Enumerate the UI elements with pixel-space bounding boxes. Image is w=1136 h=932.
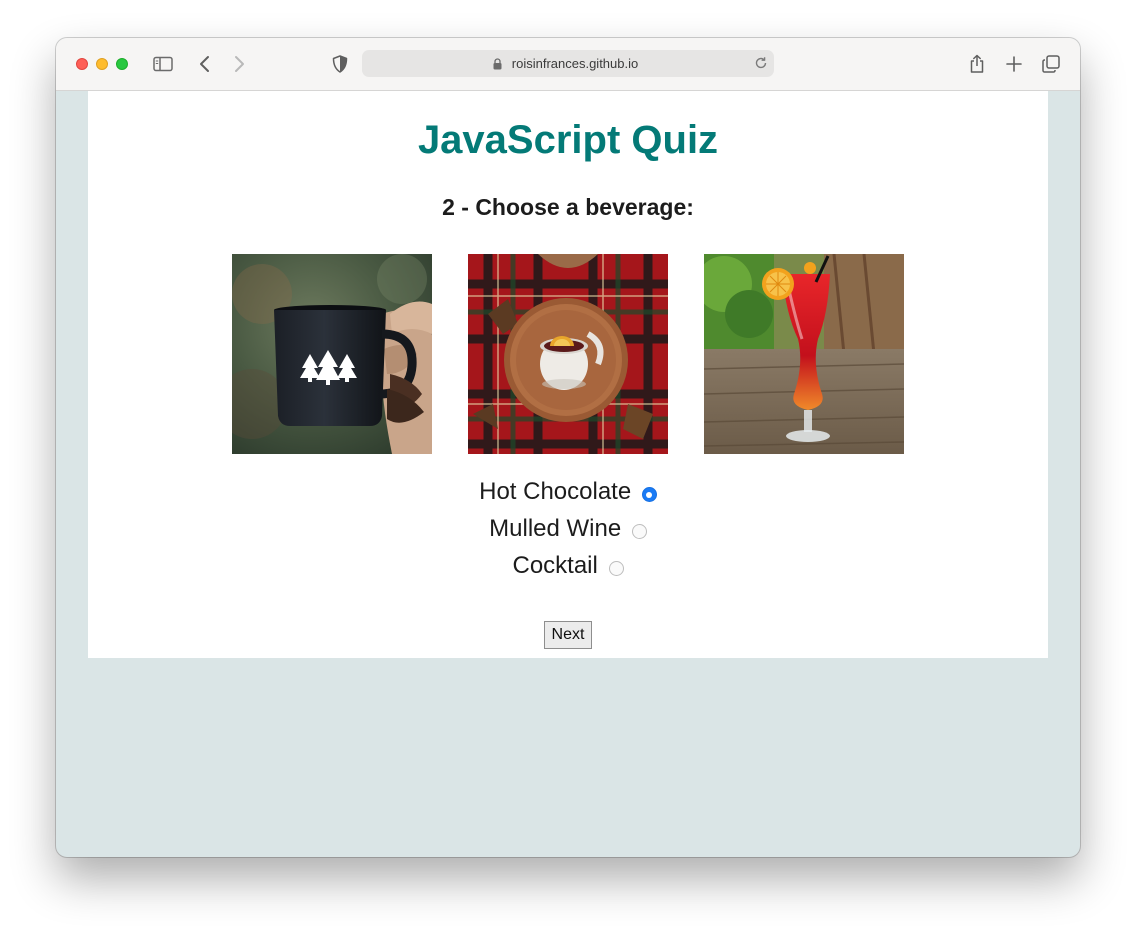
browser-window: roisinfrances.github.io JavaScript Quiz …	[56, 38, 1080, 857]
quiz-title: JavaScript Quiz	[417, 118, 719, 162]
minimize-window-button[interactable]	[96, 58, 108, 70]
forward-icon[interactable]	[227, 52, 251, 76]
shield-icon[interactable]	[328, 52, 352, 76]
browser-toolbar: roisinfrances.github.io	[56, 38, 1080, 91]
close-window-button[interactable]	[76, 58, 88, 70]
reload-icon[interactable]	[754, 56, 768, 75]
share-icon[interactable]	[965, 52, 989, 76]
new-tab-icon[interactable]	[1002, 52, 1026, 76]
option-mulled-wine[interactable]: Mulled Wine	[88, 514, 1048, 544]
back-icon[interactable]	[193, 52, 217, 76]
mulled-wine-image	[468, 254, 668, 454]
zoom-window-button[interactable]	[116, 58, 128, 70]
radio-mulled-wine[interactable]	[631, 524, 647, 539]
question-text: 2 - Choose a beverage:	[442, 194, 694, 220]
hot-chocolate-image	[232, 254, 432, 454]
radio-cocktail[interactable]	[608, 561, 624, 576]
next-button[interactable]: Next	[544, 621, 592, 649]
url-text: roisinfrances.github.io	[511, 56, 639, 71]
tabs-overview-icon[interactable]	[1039, 52, 1063, 76]
radio-hot-chocolate[interactable]	[641, 487, 657, 502]
option-cocktail[interactable]: Cocktail	[88, 551, 1048, 581]
cocktail-image	[704, 254, 904, 454]
option-hot-chocolate[interactable]: Hot Chocolate	[88, 477, 1048, 507]
option-label: Mulled Wine	[489, 515, 622, 542]
option-label: Hot Chocolate	[479, 478, 632, 505]
address-bar[interactable]: roisinfrances.github.io	[362, 50, 774, 77]
quiz-container: JavaScript Quiz 2 - Choose a beverage: H…	[88, 91, 1048, 658]
sidebar-icon[interactable]	[151, 52, 175, 76]
option-label: Cocktail	[512, 552, 598, 579]
